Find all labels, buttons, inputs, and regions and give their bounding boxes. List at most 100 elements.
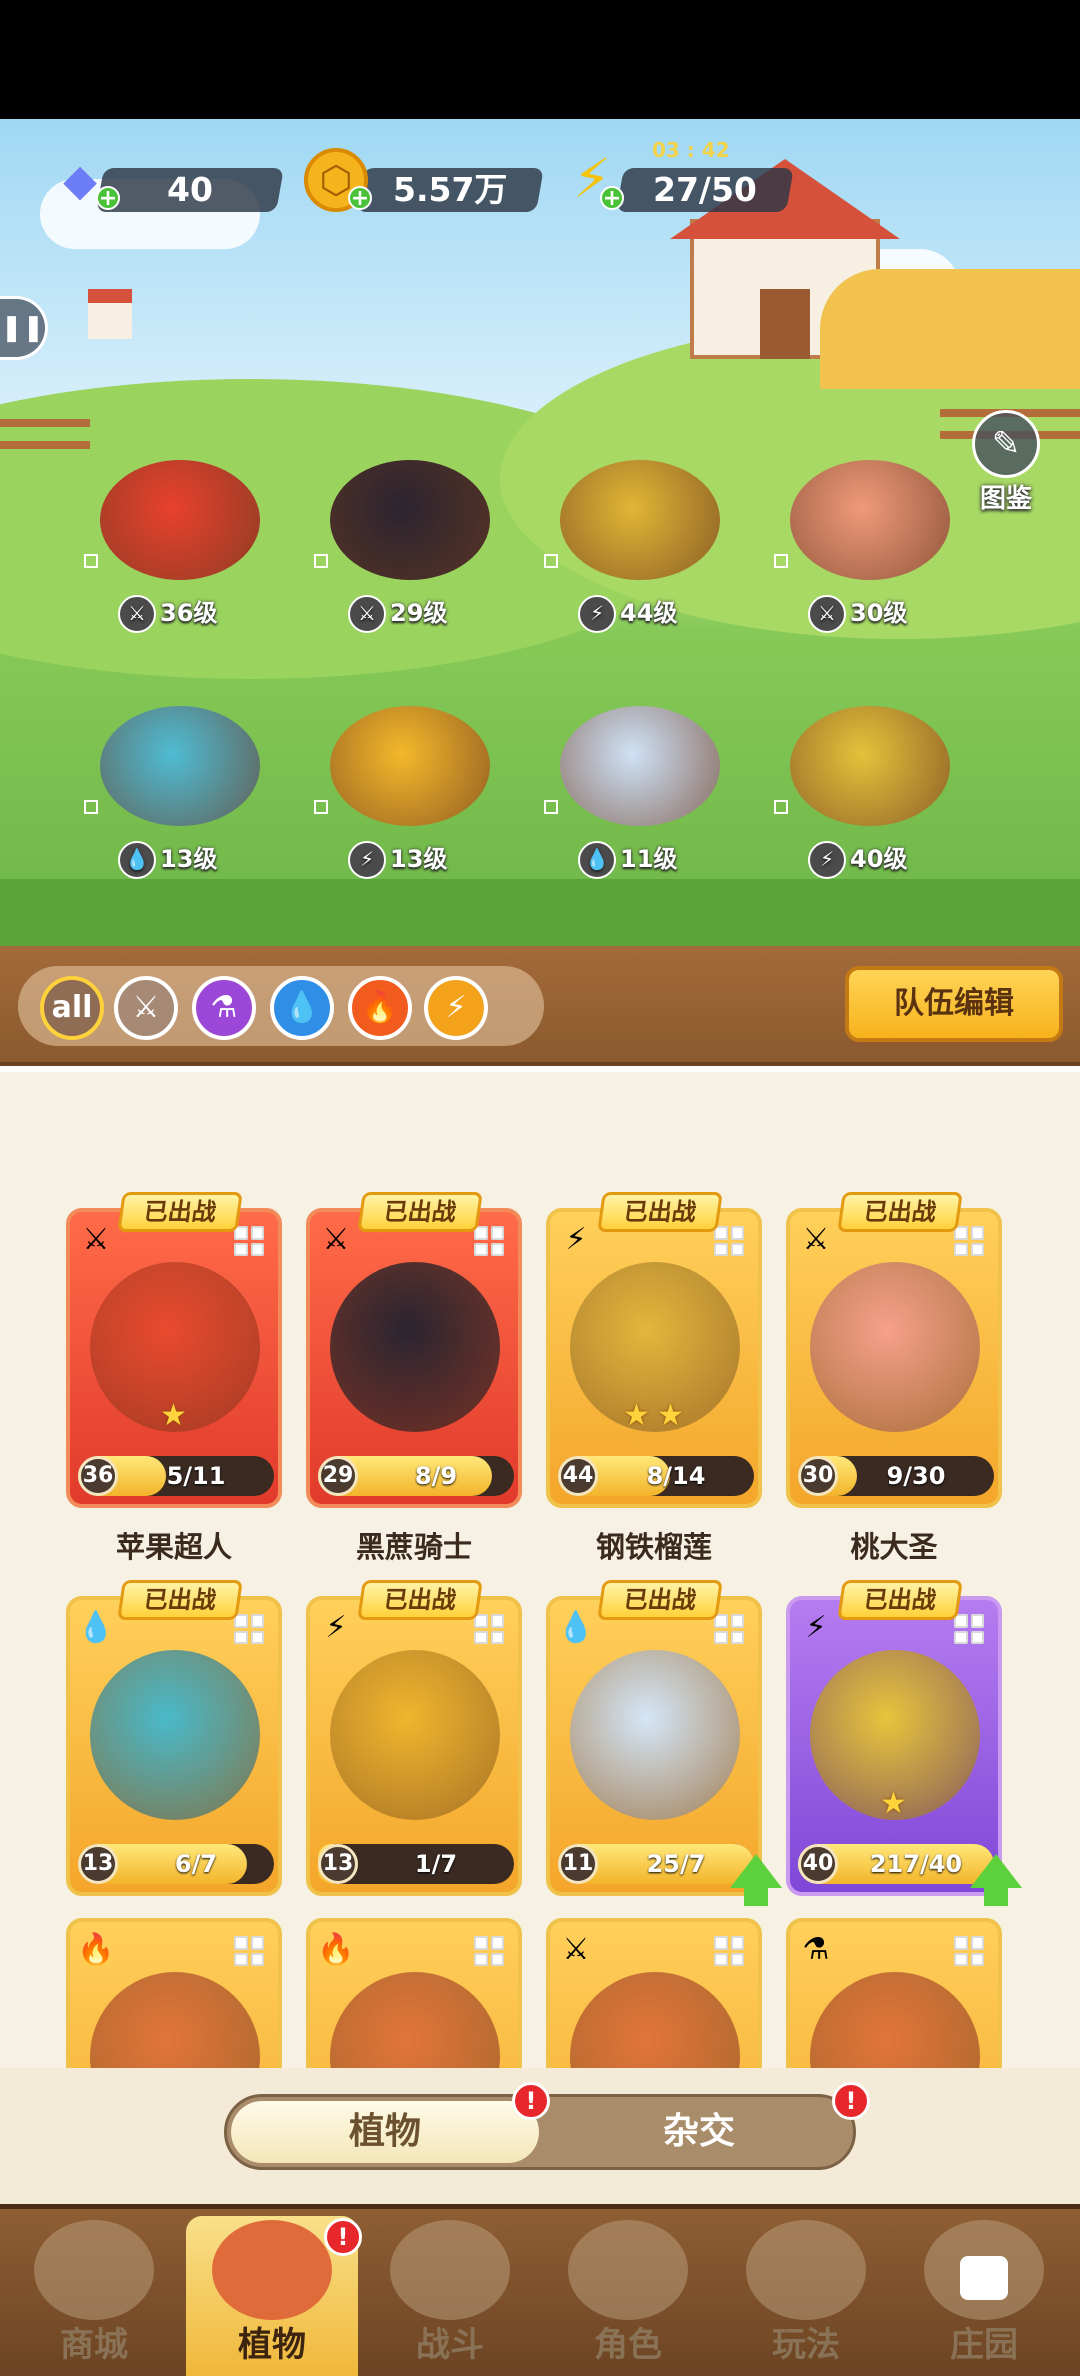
deployed-badge: 已出战 — [837, 1192, 963, 1232]
card-level: 40 — [798, 1844, 838, 1884]
card-progress: 8/9 — [414, 1462, 458, 1490]
water-icon: 💧 — [118, 841, 156, 879]
plant-card[interactable]: ⚡ 已出战 44 8/14 ★ ★ — [546, 1192, 762, 1508]
filter-all-button[interactable]: all — [40, 976, 104, 1040]
deployed-badge: 已出战 — [117, 1580, 243, 1620]
plant-card[interactable]: 💧 已出战 13 6/7 — [66, 1580, 282, 1896]
formation-grid-icon — [714, 1614, 744, 1644]
plant-card[interactable]: ⚔ — [546, 1918, 762, 2068]
fire-icon: 🔥 — [317, 1932, 355, 1967]
nav-battle[interactable]: 战斗 — [364, 2216, 536, 2376]
nav-label: 庄园 — [950, 2325, 1018, 2365]
formation-grid-icon — [714, 1936, 744, 1966]
plant-card[interactable]: ⚗ — [786, 1918, 1002, 2068]
plant-card[interactable]: ⚡ 已出战 13 1/7 — [306, 1580, 522, 1896]
hero-level-value: 44级 — [620, 599, 678, 627]
hero-sprite[interactable] — [100, 706, 260, 826]
plant-card[interactable]: 💧 已出战 11 25/7 — [546, 1580, 782, 1906]
upgrade-arrow-stem — [744, 1886, 768, 1906]
progress-bar: 13 6/7 — [78, 1844, 274, 1884]
card-level: 30 — [798, 1456, 838, 1496]
hero-level-value: 30级 — [850, 599, 908, 627]
star-icon: ★ — [160, 1398, 187, 1433]
hero-level-label: 💧 13级 — [118, 840, 217, 879]
filter-sword-icon[interactable]: ⚔ — [114, 976, 178, 1040]
sword-icon: ⚔ — [322, 1222, 350, 1257]
hero-level-label: ⚔ 36级 — [118, 594, 217, 633]
hero-level-label: ⚡ 13级 — [348, 840, 447, 879]
pause-icon: ❚❚ — [0, 313, 45, 343]
card-level: 13 — [318, 1844, 358, 1884]
deployed-badge: 已出战 — [357, 1580, 483, 1620]
card-progress: 9/30 — [886, 1462, 946, 1490]
coins-counter: 5.57万 — [356, 168, 544, 212]
tab-plants[interactable]: 植物 — [231, 2101, 539, 2163]
fire-icon: 🔥 — [77, 1932, 115, 1967]
nav-plant[interactable]: 植物! — [186, 2216, 362, 2376]
plant-card[interactable]: ⚡ 已出战 40 217/40 ★ — [786, 1580, 1022, 1906]
plant-portrait — [330, 1262, 500, 1432]
formation-grid-icon — [954, 1936, 984, 1966]
plant-icon — [212, 2220, 332, 2320]
plant-card[interactable]: ⚔ 已出战 30 9/30 — [786, 1192, 1002, 1508]
formation-grid-icon — [954, 1614, 984, 1644]
hero-sprite[interactable] — [560, 706, 720, 826]
lightning-icon: ⚡ — [578, 595, 616, 633]
plant-portrait — [330, 1650, 500, 1820]
card-level: 13 — [78, 1844, 118, 1884]
nav-character[interactable]: 角色 — [542, 2216, 714, 2376]
formation-grid-icon — [474, 1226, 504, 1256]
hero-sprite[interactable] — [330, 706, 490, 826]
plant-portrait — [90, 1650, 260, 1820]
upgrade-arrow-stem — [984, 1886, 1008, 1906]
nav-label: 角色 — [594, 2325, 662, 2365]
energy-counter: 27/50 — [616, 168, 794, 212]
hero-sprite[interactable] — [560, 460, 720, 580]
nav-lock[interactable]: 庄园 — [898, 2216, 1070, 2376]
filter-fire-icon[interactable]: 🔥 — [348, 976, 412, 1040]
filter-water-icon[interactable]: 💧 — [270, 976, 334, 1040]
team-edit-button[interactable]: 队伍编辑 — [845, 966, 1063, 1042]
sword-icon: ⚔ — [348, 595, 386, 633]
padlock-icon — [960, 2256, 1008, 2300]
sword-icon: ⚔ — [802, 1222, 830, 1257]
hero-level-label: 💧 11级 — [578, 840, 677, 879]
upgrade-arrow-icon[interactable] — [730, 1854, 782, 1888]
nav-label: 战斗 — [416, 2325, 484, 2365]
plant-card[interactable]: 🔥 — [306, 1918, 522, 2068]
hay-field — [820, 269, 1080, 389]
formation-slot-icon — [774, 800, 788, 814]
filter-lightning-icon[interactable]: ⚡ — [424, 976, 488, 1040]
progress-bar: 13 1/7 — [318, 1844, 514, 1884]
add-gems-button[interactable]: + — [96, 186, 120, 210]
plant-card[interactable]: 🔥 — [66, 1918, 282, 2068]
add-coins-button[interactable]: + — [348, 186, 372, 210]
nav-gameplay[interactable]: 玩法 — [720, 2216, 892, 2376]
hero-sprite[interactable] — [790, 460, 950, 580]
formation-slot-icon — [84, 800, 98, 814]
tab-hybrid[interactable]: 杂交 — [545, 2101, 853, 2163]
filter-potion-icon[interactable]: ⚗ — [192, 976, 256, 1040]
hero-sprite[interactable] — [100, 460, 260, 580]
add-energy-button[interactable]: + — [600, 186, 624, 210]
hero-sprite[interactable] — [790, 706, 950, 826]
plant-card[interactable]: ⚔ 已出战 36 5/11 ★ — [66, 1192, 282, 1508]
nav-shop[interactable]: 商城 — [8, 2216, 180, 2376]
upgrade-arrow-icon[interactable] — [970, 1854, 1022, 1888]
character-icon — [568, 2220, 688, 2320]
progress-bar: 44 8/14 — [558, 1456, 754, 1496]
hero-sprite[interactable] — [330, 460, 490, 580]
plant-card[interactable]: ⚔ 已出战 29 8/9 — [306, 1192, 522, 1508]
water-icon: 💧 — [557, 1610, 595, 1645]
hybrid-alert-badge: ! — [832, 2082, 870, 2120]
deployed-badge: 已出战 — [117, 1192, 243, 1232]
deployed-badge: 已出战 — [597, 1580, 723, 1620]
lightning-icon: ⚡ — [808, 841, 846, 879]
plant-portrait — [570, 1972, 740, 2068]
card-progress: 5/11 — [166, 1462, 226, 1490]
card-level: 36 — [78, 1456, 118, 1496]
atlas-button[interactable]: ✎ 图鉴 — [968, 410, 1044, 514]
deployed-badge: 已出战 — [837, 1580, 963, 1620]
formation-grid-icon — [234, 1226, 264, 1256]
formation-slot-icon — [84, 554, 98, 568]
